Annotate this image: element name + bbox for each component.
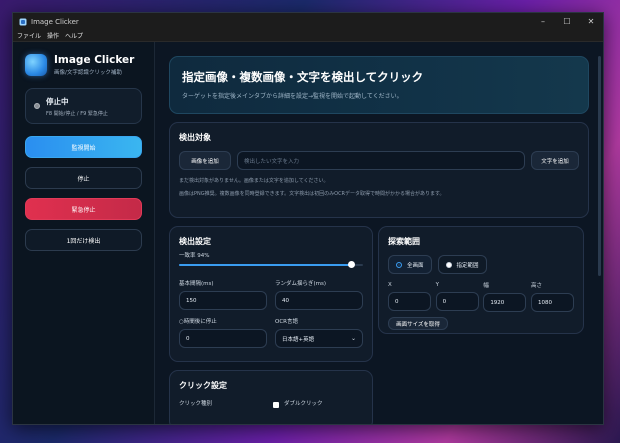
jitter-input[interactable]: 40 — [275, 291, 363, 310]
app-icon — [19, 18, 27, 26]
click-settings-title: クリック設定 — [179, 381, 227, 390]
jitter-label: ランダム揺らぎ(ms) — [275, 281, 327, 287]
search-range-title: 探索範囲 — [388, 237, 420, 246]
search-range-card: 探索範囲 全画面 指定範囲 X 0 Y 0 幅 1920 高さ 1080 画面サ… — [378, 226, 584, 334]
stop-button[interactable]: 停止 — [25, 167, 142, 189]
match-rate-label: 一致率 94% — [179, 253, 210, 259]
start-monitoring-button[interactable]: 監視開始 — [25, 136, 142, 158]
width-input[interactable]: 1920 — [483, 293, 527, 312]
add-image-button[interactable]: 画像を追加 — [179, 151, 231, 170]
width-label: 幅 — [483, 283, 489, 289]
target-hint-note: 画像はPNG推奨。複数画像を同時登録できます。文字検出は初回のみOCRデータ取得… — [179, 191, 445, 197]
hero-banner: 指定画像・複数画像・文字を検出してクリック ターゲットを指定後メインタブから詳細… — [169, 56, 589, 114]
detect-target-card: 検出対象 画像を追加 検出したい文字を入力 文字を追加 まだ検出対象がありません… — [169, 122, 589, 218]
maximize-button[interactable]: ☐ — [555, 13, 579, 30]
height-label: 高さ — [530, 283, 542, 289]
menu-file[interactable]: ファイル — [17, 31, 41, 40]
detect-target-title: 検出対象 — [179, 133, 211, 142]
detect-settings-card: 検出設定 一致率 94% 基本間隔(ms) 150 ランダム揺らぎ(ms) 40… — [169, 226, 373, 362]
menu-operation[interactable]: 操作 — [47, 31, 59, 40]
get-screen-size-button[interactable]: 画面サイズを取得 — [388, 317, 448, 330]
stop-after-label: ○時間後に停止 — [179, 319, 217, 325]
interval-label: 基本間隔(ms) — [179, 281, 214, 287]
app-subtitle: 画像/文字認識クリック補助 — [54, 70, 122, 76]
app-logo — [25, 54, 47, 76]
main-panel: 指定画像・複数画像・文字を検出してクリック ターゲットを指定後メインタブから詳細… — [155, 42, 603, 424]
menu-bar: ファイル 操作 ヘルプ — [13, 30, 603, 42]
height-input[interactable]: 1080 — [530, 293, 574, 312]
close-button[interactable]: ✕ — [579, 13, 603, 30]
full-screen-label: 全画面 — [407, 262, 424, 269]
title-bar: Image Clicker – ☐ ✕ — [13, 13, 603, 30]
hero-subtitle: ターゲットを指定後メインタブから詳細を設定→監視を開始で起動してください。 — [182, 93, 403, 100]
x-label: X — [388, 282, 392, 288]
match-rate-slider[interactable] — [179, 261, 363, 269]
hero-title: 指定画像・複数画像・文字を検出してクリック — [182, 70, 424, 84]
specified-range-label: 指定範囲 — [456, 262, 479, 269]
match-rate-slider-thumb[interactable] — [348, 261, 356, 268]
ocr-language-select[interactable]: 日本語+英語 ⌄ — [275, 329, 363, 348]
empty-target-note: まだ検出対象がありません。画像または文字を追加してください。 — [179, 178, 329, 184]
menu-help[interactable]: ヘルプ — [65, 31, 83, 40]
specified-range-radio[interactable]: 指定範囲 — [437, 255, 487, 274]
add-text-button[interactable]: 文字を追加 — [531, 151, 579, 170]
detect-settings-title: 検出設定 — [179, 237, 211, 246]
status-title: 停止中 — [46, 96, 69, 106]
text-target-input[interactable]: 検出したい文字を入力 — [237, 151, 525, 170]
status-card: 停止中 F8 開始/停止 / F9 緊急停止 — [25, 88, 142, 124]
scrollbar[interactable] — [598, 56, 601, 276]
status-indicator-icon — [34, 103, 40, 109]
sidebar: Image Clicker 画像/文字認識クリック補助 停止中 F8 開始/停止… — [13, 42, 155, 424]
brand: Image Clicker 画像/文字認識クリック補助 — [25, 54, 142, 76]
emergency-stop-button[interactable]: 緊急停止 — [25, 198, 142, 220]
y-input[interactable]: 0 — [435, 292, 479, 311]
ocr-language-value: 日本語+英語 — [282, 336, 315, 343]
app-name: Image Clicker — [54, 54, 135, 66]
x-input[interactable]: 0 — [388, 292, 431, 311]
stop-after-input[interactable]: 0 — [179, 329, 267, 348]
interval-input[interactable]: 150 — [179, 291, 267, 310]
ocr-language-label: OCR言語 — [275, 319, 298, 325]
double-click-checkbox[interactable] — [273, 402, 279, 408]
app-window: Image Clicker – ☐ ✕ ファイル 操作 ヘルプ Image Cl… — [12, 12, 604, 425]
detect-once-button[interactable]: 1回だけ検出 — [25, 229, 142, 251]
y-label: Y — [435, 282, 440, 288]
radio-selected-icon — [396, 261, 402, 268]
status-hotkeys: F8 開始/停止 / F9 緊急停止 — [46, 110, 108, 117]
radio-unselected-icon — [445, 261, 452, 268]
minimize-button[interactable]: – — [531, 13, 555, 30]
window-title: Image Clicker — [31, 17, 79, 26]
double-click-label: ダブルクリック — [284, 401, 323, 407]
chevron-down-icon: ⌄ — [350, 335, 356, 342]
full-screen-radio[interactable]: 全画面 — [388, 255, 432, 274]
click-settings-card: クリック設定 クリック種別 ダブルクリック — [169, 370, 373, 424]
click-type-label: クリック種別 — [179, 401, 213, 407]
